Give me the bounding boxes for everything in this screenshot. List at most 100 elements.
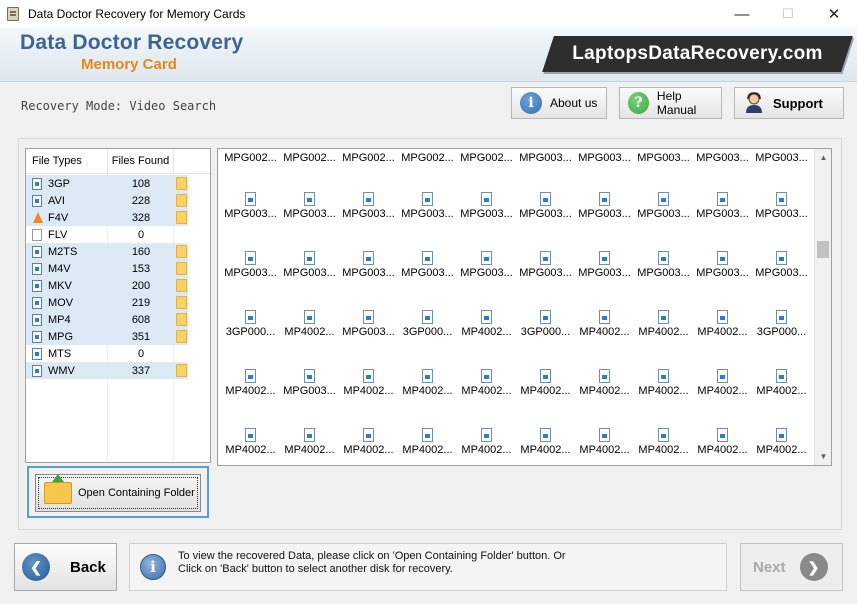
file-type-row[interactable]: MP4 608 [26,311,188,328]
file-item[interactable]: MP4002... [516,428,575,465]
file-item[interactable]: MPG002... [457,149,516,195]
scroll-up-arrow-icon[interactable]: ▲ [815,149,831,166]
file-name: MPG003... [460,208,513,220]
file-item[interactable]: MPG003... [575,251,634,310]
file-item[interactable]: MPG003... [752,192,811,251]
window-title: Data Doctor Recovery for Memory Cards [28,7,246,21]
folder-icon[interactable] [176,364,187,377]
file-item[interactable]: MP4002... [339,369,398,428]
file-item[interactable]: MP4002... [457,310,516,369]
file-item[interactable]: MP4002... [752,428,811,465]
file-item[interactable]: MPG003... [634,251,693,310]
file-item[interactable]: MPG003... [575,149,634,195]
file-item[interactable]: MPG003... [221,192,280,251]
file-item[interactable]: MPG002... [280,149,339,195]
file-item[interactable]: MPG003... [398,192,457,251]
file-item[interactable]: MP4002... [280,428,339,465]
file-item[interactable]: MP4002... [221,369,280,428]
file-item[interactable]: MPG003... [221,251,280,310]
file-item[interactable]: MPG003... [339,192,398,251]
file-type-row[interactable]: F4V 328 [26,209,188,226]
file-type-row[interactable]: M2TS 160 [26,243,188,260]
file-item[interactable]: MP4002... [457,428,516,465]
file-item[interactable]: MP4002... [221,428,280,465]
file-item[interactable]: MP4002... [693,428,752,465]
column-header-file-types[interactable]: File Types [26,149,108,174]
file-item[interactable]: 3GP000... [398,310,457,369]
file-item[interactable]: 3GP000... [516,310,575,369]
vertical-scrollbar[interactable]: ▲ ▼ [814,149,831,465]
file-item[interactable]: MP4002... [398,428,457,465]
file-item[interactable]: MP4002... [575,369,634,428]
file-item[interactable]: 3GP000... [752,310,811,369]
file-item[interactable]: MPG002... [221,149,280,195]
back-button[interactable]: ❮ Back [14,543,117,591]
file-item[interactable]: MP4002... [457,369,516,428]
folder-icon[interactable] [176,296,187,309]
file-item[interactable]: MPG003... [516,149,575,195]
close-button[interactable]: ✕ [811,0,857,28]
column-header-files-found[interactable]: Files Found [108,149,174,174]
maximize-button[interactable]: ☐ [765,0,811,28]
folder-icon[interactable] [176,211,187,224]
support-button[interactable]: Support [734,87,844,119]
file-item[interactable]: MP4002... [575,310,634,369]
folder-icon[interactable] [176,313,187,326]
file-item[interactable]: MPG003... [457,251,516,310]
about-us-button[interactable]: i About us [511,87,607,119]
file-type-row[interactable]: MTS 0 [26,345,188,362]
file-item[interactable]: MPG003... [339,251,398,310]
file-item[interactable]: MP4002... [693,369,752,428]
next-button[interactable]: Next ❯ [740,543,843,591]
help-manual-button[interactable]: ? Help Manual [619,87,722,119]
file-item[interactable]: MPG003... [752,251,811,310]
folder-icon[interactable] [176,262,187,275]
file-item[interactable]: MPG003... [752,149,811,195]
file-item[interactable]: MPG003... [339,310,398,369]
file-item[interactable]: MPG003... [634,192,693,251]
file-item[interactable]: MP4002... [634,369,693,428]
file-item[interactable]: MP4002... [575,428,634,465]
file-item[interactable]: MP4002... [752,369,811,428]
file-type-row[interactable]: WMV 337 [26,362,188,379]
file-item[interactable]: MPG003... [280,369,339,428]
file-item[interactable]: MPG003... [516,251,575,310]
file-item[interactable]: MPG003... [693,149,752,195]
site-badge-text[interactable]: LaptopsDataRecovery.com [548,36,847,72]
file-item[interactable]: MPG003... [280,251,339,310]
file-item[interactable]: MP4002... [398,369,457,428]
file-type-row[interactable]: MPG 351 [26,328,188,345]
folder-icon[interactable] [176,279,187,292]
file-type-row[interactable]: AVI 228 [26,192,188,209]
open-containing-folder-button[interactable]: Open Containing Folder [35,474,201,512]
file-type-row[interactable]: MKV 200 [26,277,188,294]
folder-icon[interactable] [176,194,187,207]
folder-icon[interactable] [176,330,187,343]
file-item[interactable]: MPG003... [575,192,634,251]
file-type-row[interactable]: 3GP 108 [26,175,188,192]
file-item[interactable]: MPG003... [516,192,575,251]
file-type-row[interactable]: FLV 0 [26,226,188,243]
file-type-row[interactable]: M4V 153 [26,260,188,277]
minimize-button[interactable]: — [719,0,765,28]
file-item[interactable]: MPG003... [693,251,752,310]
file-item[interactable]: MP4002... [280,310,339,369]
file-item[interactable]: MP4002... [693,310,752,369]
file-type-row[interactable]: MOV 219 [26,294,188,311]
file-item[interactable]: MP4002... [634,310,693,369]
folder-icon[interactable] [176,245,187,258]
file-item[interactable]: 3GP000... [221,310,280,369]
file-item[interactable]: MPG002... [398,149,457,195]
file-item[interactable]: MP4002... [634,428,693,465]
file-item[interactable]: MP4002... [339,428,398,465]
file-item[interactable]: MPG003... [280,192,339,251]
file-item[interactable]: MPG003... [693,192,752,251]
file-item[interactable]: MPG003... [398,251,457,310]
file-item[interactable]: MPG003... [634,149,693,195]
file-item[interactable]: MPG003... [457,192,516,251]
scrollbar-thumb[interactable] [817,241,829,258]
folder-icon[interactable] [176,177,187,190]
file-item[interactable]: MP4002... [516,369,575,428]
scroll-down-arrow-icon[interactable]: ▼ [815,448,831,465]
file-item[interactable]: MPG002... [339,149,398,195]
